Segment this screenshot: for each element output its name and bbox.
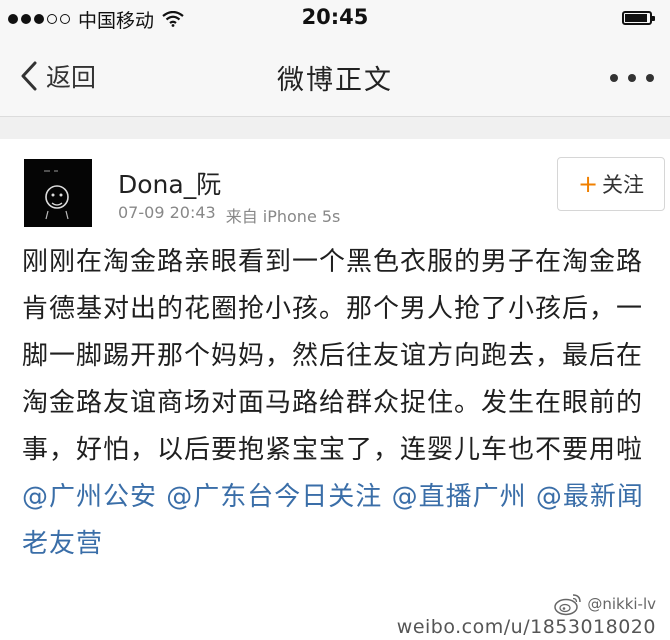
avatar-doodle-icon xyxy=(44,170,69,220)
mention-link[interactable]: @直播广州 xyxy=(392,482,527,512)
post-text: 刚刚在淘金路亲眼看到一个黑色衣服的男子在淘金路肯德基对出的花圈抢小孩。那个男人抢… xyxy=(22,247,644,465)
status-bar: 中国移动 20:45 xyxy=(0,0,670,38)
post-date: 07-09 20:43 xyxy=(118,203,216,222)
page-title: 微博正文 xyxy=(277,65,393,96)
watermark: @nikki-lv weibo.com/u/1853018020 xyxy=(397,592,656,638)
avatar[interactable] xyxy=(24,159,92,227)
battery-icon xyxy=(622,11,655,25)
watermark-handle: @nikki-lv xyxy=(587,595,656,613)
weibo-logo-icon xyxy=(554,594,582,616)
follow-label: 关注 xyxy=(602,173,645,197)
post-body: 刚刚在淘金路亲眼看到一个黑色衣服的男子在淘金路肯德基对出的花圈抢小孩。那个男人抢… xyxy=(22,239,658,568)
follow-button[interactable]: + 关注 xyxy=(557,157,665,211)
status-time: 20:45 xyxy=(301,5,369,29)
plus-icon: + xyxy=(577,170,599,198)
nav-bar: 返回 微博正文 xyxy=(0,38,670,117)
mention-link[interactable]: @广东台今日关注 xyxy=(166,482,382,512)
section-divider xyxy=(0,117,670,139)
post-meta: 07-09 20:43 来自 iPhone 5s xyxy=(118,203,340,227)
mention-link[interactable]: @广州公安 xyxy=(22,482,157,512)
more-dots-icon[interactable] xyxy=(610,72,654,84)
username[interactable]: Dona_阮 xyxy=(118,165,221,201)
watermark-url: weibo.com/u/1853018020 xyxy=(396,616,656,638)
post-source: 来自 iPhone 5s xyxy=(225,207,341,226)
weibo-post: Dona_阮 07-09 20:43 来自 iPhone 5s + 关注 刚刚在… xyxy=(0,139,670,640)
